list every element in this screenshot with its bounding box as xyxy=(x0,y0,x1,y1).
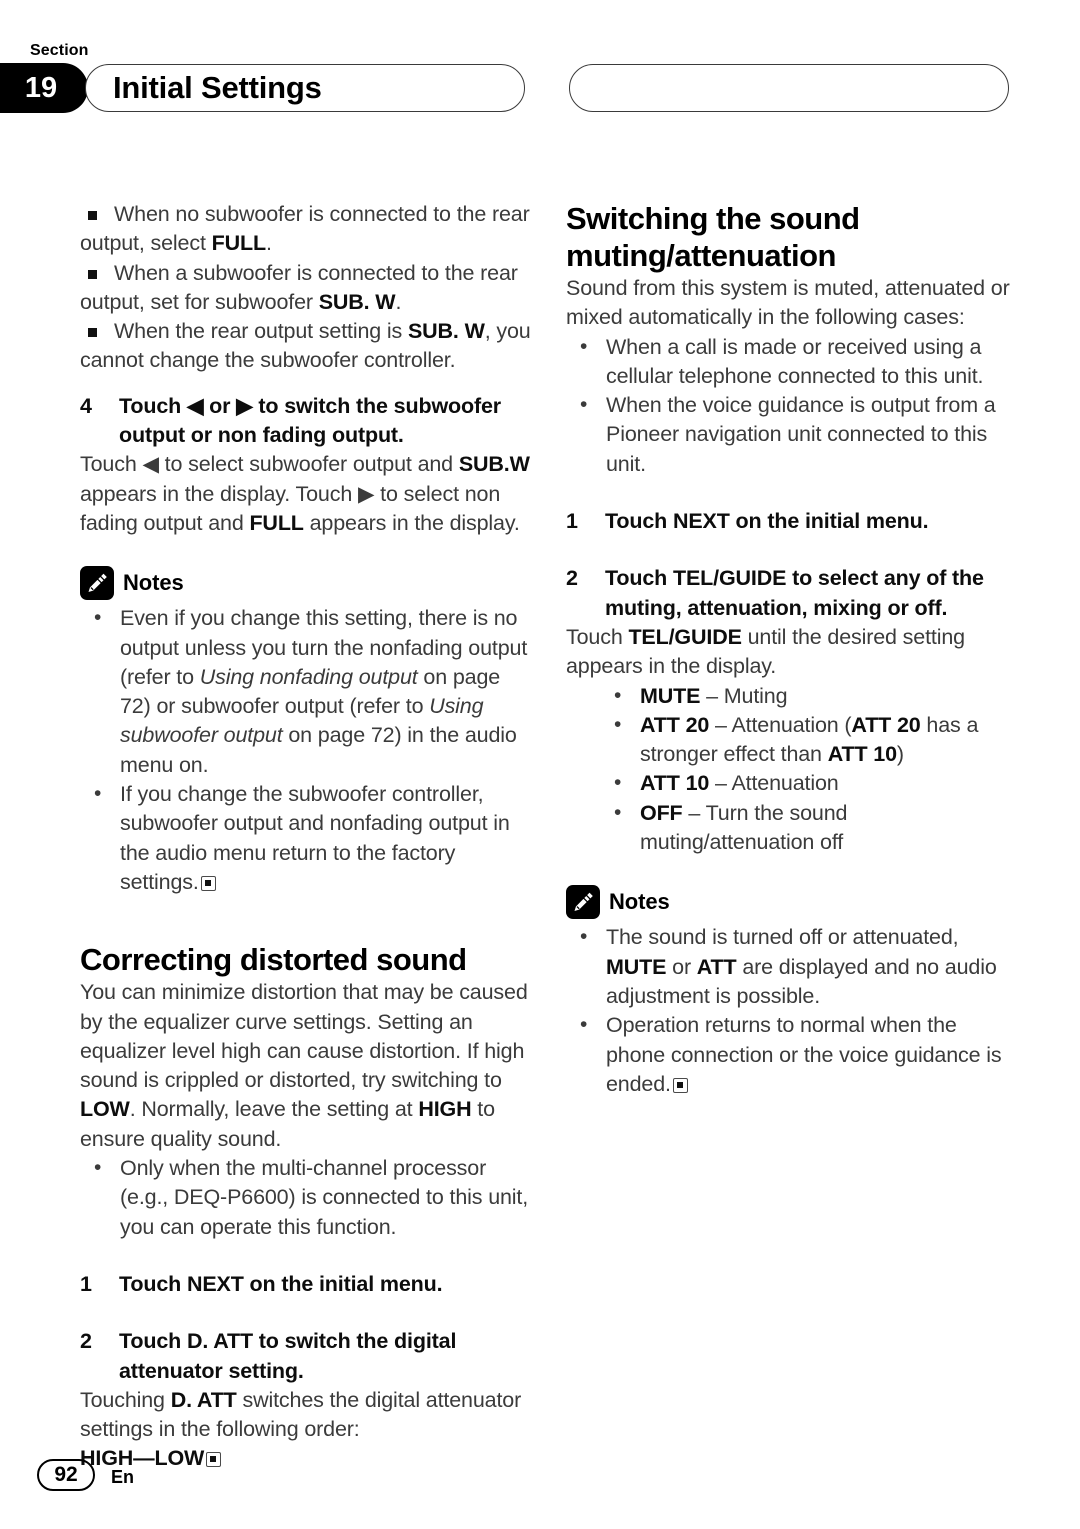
step-number: 1 xyxy=(80,1271,92,1296)
step-2-body: Touching D. ATT switches the digital att… xyxy=(80,1387,522,1442)
header-empty-pill xyxy=(569,64,1009,112)
page-footer: 92 En xyxy=(0,1439,1080,1529)
step-heading-text: Touch NEXT on the initial menu. xyxy=(119,1271,443,1296)
page-number: 92 xyxy=(37,1459,95,1491)
step-2-heading: 2 Touch TEL/GUIDE to select any of the m… xyxy=(566,564,1018,623)
end-of-section-marker xyxy=(200,875,216,891)
option-item: OFF – Turn the sound muting/attenuation … xyxy=(566,798,1018,858)
case-item: When a call is made or received using a … xyxy=(566,332,1018,392)
step-number: 1 xyxy=(566,509,578,534)
option-item: ATT 10 – Attenuation xyxy=(566,768,1018,798)
pencil-icon xyxy=(566,885,600,920)
end-of-section-marker xyxy=(672,1077,688,1093)
right-column: Switching the sound muting/attenuation S… xyxy=(566,200,1018,1099)
square-bullet-icon xyxy=(88,269,97,279)
notes-title: Notes xyxy=(123,570,184,596)
section-heading-correcting-distorted-sound: Correcting distorted sound xyxy=(80,942,467,978)
section-number-badge: 19 xyxy=(0,63,88,113)
step-2-heading: 2 Touch D. ATT to switch the digital att… xyxy=(80,1327,532,1386)
square-bullet-item: When a subwoofer is connected to the rea… xyxy=(80,260,518,314)
step-1-heading: 1 Touch NEXT on the initial menu. xyxy=(566,507,1018,536)
notes-header: Notes xyxy=(80,566,532,601)
step-2-body: Touch TEL/GUIDE until the desired settin… xyxy=(566,624,965,679)
note-item: Even if you change this setting, there i… xyxy=(80,603,532,780)
option-item: MUTE – Muting xyxy=(566,681,1018,711)
step-1-heading: 1 Touch NEXT on the initial menu. xyxy=(80,1270,532,1299)
square-bullet-icon xyxy=(88,211,97,220)
step-heading-text: Touch ◀ or ▶ to switch the subwoofer out… xyxy=(119,393,502,448)
step-number: 2 xyxy=(566,566,578,591)
heading-line-2: muting/attenuation xyxy=(566,238,836,273)
switching-sound-intro: Sound from this system is muted, attenua… xyxy=(566,276,1010,330)
section-heading-switching-sound-muting: Switching the sound muting/attenuation xyxy=(566,200,1018,274)
step-heading-text: Touch TEL/GUIDE to select any of the mut… xyxy=(605,566,984,620)
page-title: Initial Settings xyxy=(113,70,322,105)
option-item: ATT 20 – Attenuation (ATT 20 has a stron… xyxy=(566,710,1018,770)
notes-header: Notes xyxy=(566,885,1018,920)
page-header: Section 19 Initial Settings xyxy=(0,0,1080,130)
step-number: 4 xyxy=(80,393,92,418)
note-item: Operation returns to normal when the pho… xyxy=(566,1010,1018,1099)
left-column: When no subwoofer is connected to the re… xyxy=(80,200,532,1474)
case-item: When the voice guidance is output from a… xyxy=(566,390,1018,479)
notes-title: Notes xyxy=(609,889,670,915)
heading-line-1: Switching the sound xyxy=(566,201,860,236)
step-heading-text: Touch D. ATT to switch the digital atten… xyxy=(119,1329,457,1383)
note-item: If you change the subwoofer controller, … xyxy=(80,779,532,897)
section-label: Section xyxy=(30,42,89,59)
step-4-body: Touch ◀ to select subwoofer output and S… xyxy=(80,452,530,535)
step-4-heading: 4 Touch ◀ or ▶ to switch the subwoofer o… xyxy=(80,392,532,451)
correcting-distorted-sound-intro: You can minimize distortion that may be … xyxy=(80,980,528,1151)
pencil-icon xyxy=(80,566,114,601)
page-language: En xyxy=(111,1467,135,1487)
note-item: The sound is turned off or attenuated, M… xyxy=(566,922,1018,1011)
square-bullet-icon xyxy=(88,328,97,338)
square-bullet-item: When the rear output setting is SUB. W, … xyxy=(80,319,531,373)
correcting-distorted-sound-bullet: Only when the multi-channel processor (e… xyxy=(80,1153,532,1242)
step-heading-text: Touch NEXT on the initial menu. xyxy=(605,509,929,534)
square-bullet-item: When no subwoofer is connected to the re… xyxy=(80,202,530,256)
step-number: 2 xyxy=(80,1329,92,1354)
